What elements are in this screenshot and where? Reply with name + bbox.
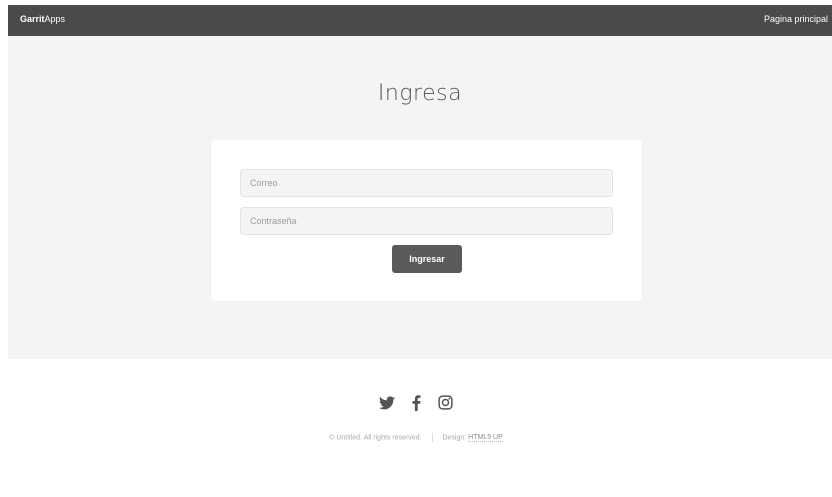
login-banner: Ingresa Ingresar xyxy=(8,36,832,359)
social-icons xyxy=(0,394,832,415)
design-label: Design: xyxy=(442,434,467,442)
footer-divider xyxy=(431,433,433,442)
login-card: Ingresar xyxy=(211,140,642,301)
instagram-icon[interactable] xyxy=(438,395,453,414)
email-field[interactable] xyxy=(240,169,613,197)
brand-rest: Apps xyxy=(44,14,66,24)
page-title: Ingresa xyxy=(377,81,463,106)
nav-home-link[interactable]: Pagina principal xyxy=(764,14,828,24)
facebook-icon[interactable] xyxy=(412,394,421,415)
design-credit-link[interactable]: HTML5 UP xyxy=(468,434,503,443)
brand-logo[interactable]: GarritApps xyxy=(20,14,65,24)
top-navbar: GarritApps Pagina principal xyxy=(8,5,832,36)
twitter-icon[interactable] xyxy=(378,395,395,414)
footer-copyright: © Untitled. All rights reserved. Design:… xyxy=(0,433,832,443)
password-field[interactable] xyxy=(240,207,613,235)
login-button[interactable]: Ingresar xyxy=(392,245,462,273)
brand-bold: Garrit xyxy=(20,14,45,24)
copyright-text: © Untitled. All rights reserved. xyxy=(329,434,422,442)
